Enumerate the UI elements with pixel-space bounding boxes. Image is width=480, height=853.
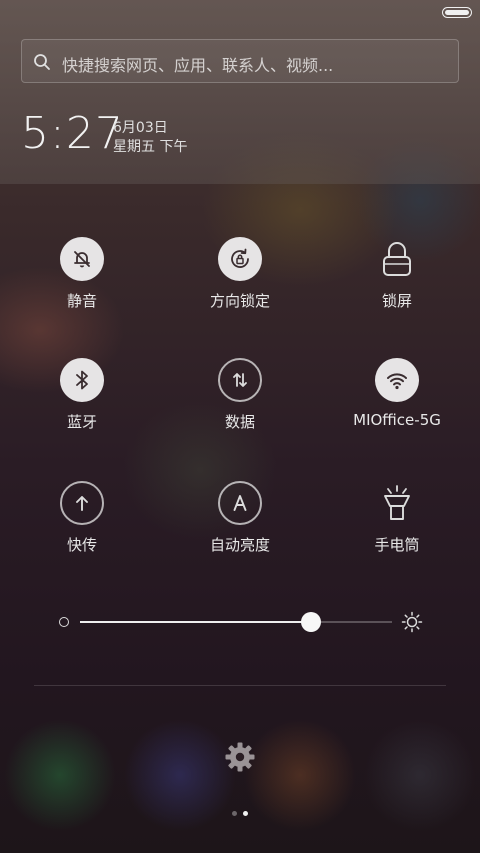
toggle-lock-screen[interactable]: 锁屏 xyxy=(317,237,477,337)
toggle-quick-transfer-label: 快传 xyxy=(66,536,97,554)
clock-date: 6月03日 xyxy=(113,120,168,136)
toggle-quick-transfer-circle[interactable] xyxy=(60,481,104,525)
brightness-track[interactable] xyxy=(80,612,392,632)
toggle-bluetooth-label: 蓝牙 xyxy=(66,413,97,431)
toggle-bluetooth[interactable]: 蓝牙 xyxy=(2,358,162,458)
toggle-auto-brightness-circle[interactable] xyxy=(218,481,262,525)
lock-icon xyxy=(383,242,411,276)
toggle-flashlight-circle[interactable] xyxy=(375,481,419,525)
toggle-wifi[interactable]: MIOffice-5G xyxy=(317,358,477,458)
search-placeholder: 快捷搜索网页、应用、联系人、视频... xyxy=(62,56,334,75)
battery-icon xyxy=(442,7,472,18)
brightness-thumb[interactable] xyxy=(300,612,321,632)
toggle-silent-circle[interactable] xyxy=(60,237,104,281)
battery-level xyxy=(445,10,469,15)
bluetooth-icon xyxy=(76,370,88,390)
flashlight-icon xyxy=(384,485,410,520)
toggle-auto-brightness-label: 自动亮度 xyxy=(209,536,270,554)
toggle-rotation-lock-circle[interactable] xyxy=(218,237,262,281)
brightness-slider[interactable] xyxy=(56,608,426,636)
toggle-wifi-label: MIOffice-5G xyxy=(353,411,441,429)
toggle-silent[interactable]: 静音 xyxy=(2,237,162,337)
toggle-auto-brightness[interactable]: 自动亮度 xyxy=(160,481,320,581)
divider xyxy=(34,685,446,686)
quick-transfer-icon xyxy=(76,496,88,511)
toggle-rotation-lock[interactable]: 方向锁定 xyxy=(160,237,320,337)
page-indicator xyxy=(230,811,250,817)
brightness-min-icon xyxy=(59,617,69,627)
clock-time: 5:27 xyxy=(21,108,124,159)
search-icon xyxy=(34,54,50,70)
toggle-mobile-data-circle[interactable] xyxy=(218,358,262,402)
toggle-flashlight-label: 手电筒 xyxy=(374,536,420,554)
wifi-icon xyxy=(387,373,407,390)
search-bar[interactable]: 快捷搜索网页、应用、联系人、视频... xyxy=(21,39,459,83)
brightness-fill xyxy=(80,621,311,623)
auto-brightness-icon xyxy=(233,495,247,511)
toggle-lock-screen-label: 锁屏 xyxy=(381,292,412,310)
toggle-mobile-data-label: 数据 xyxy=(224,413,255,431)
mobile-data-icon xyxy=(233,373,247,387)
toggle-quick-transfer[interactable]: 快传 xyxy=(2,481,162,581)
toggle-lock-screen-circle[interactable] xyxy=(375,237,419,281)
toggle-flashlight[interactable]: 手电筒 xyxy=(317,481,477,581)
toggle-mobile-data[interactable]: 数据 xyxy=(160,358,320,458)
brightness-max-icon xyxy=(401,611,423,633)
toggle-rotation-lock-label: 方向锁定 xyxy=(209,292,270,310)
toggle-silent-label: 静音 xyxy=(66,292,97,310)
gear-icon[interactable] xyxy=(224,741,256,773)
clock-weekday: 星期五 下午 xyxy=(113,139,188,155)
toggle-wifi-circle[interactable] xyxy=(375,358,419,402)
toggle-bluetooth-circle[interactable] xyxy=(60,358,104,402)
rotation-lock-icon xyxy=(231,248,249,268)
bell-off-icon xyxy=(74,251,90,268)
page-dot-1 xyxy=(232,811,237,816)
page-dot-2 xyxy=(243,811,248,816)
